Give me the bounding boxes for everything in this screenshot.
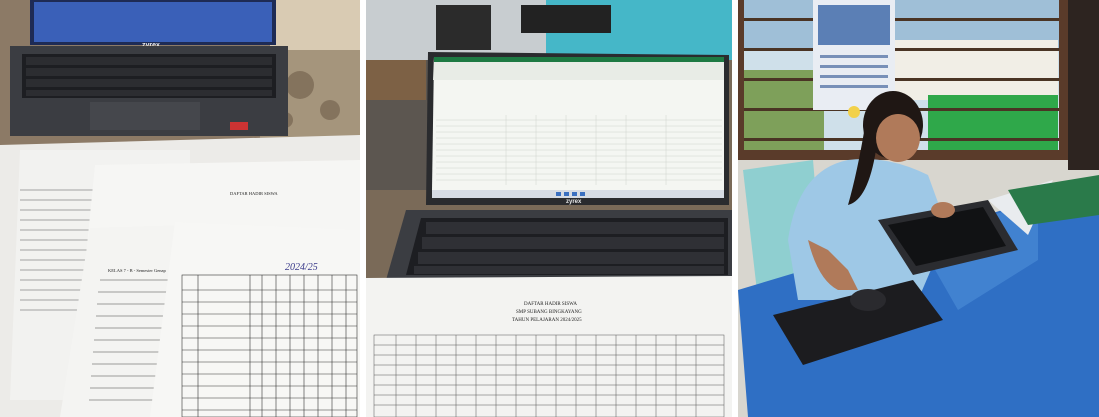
sheet-year-line: TAHUN PELAJARAN 2024/2025 [512, 318, 582, 323]
sheet-title: DAFTAR HADIR SISWA [230, 191, 278, 196]
sheet-title: DAFTAR HADIR SISWA [524, 302, 577, 307]
handwritten-year: 2024/25 [285, 262, 318, 273]
laptop-brand-logo: zyrex [566, 199, 582, 205]
sheet-subtitle: SMP SUBANG BINGKAYANG [516, 310, 582, 315]
student-at-laptop-photo [738, 0, 1099, 417]
attendance-sheets-photo: zyrex DAFTAR HADIR SISWA KELAS 7 - B - S… [0, 0, 360, 417]
laptop-spreadsheet-photo: zyrex DAFTAR HADIR SISWA SMP SUBANG BING… [366, 0, 732, 417]
sheet-class-label: KELAS 7 - B - Semester Genap [108, 268, 166, 273]
